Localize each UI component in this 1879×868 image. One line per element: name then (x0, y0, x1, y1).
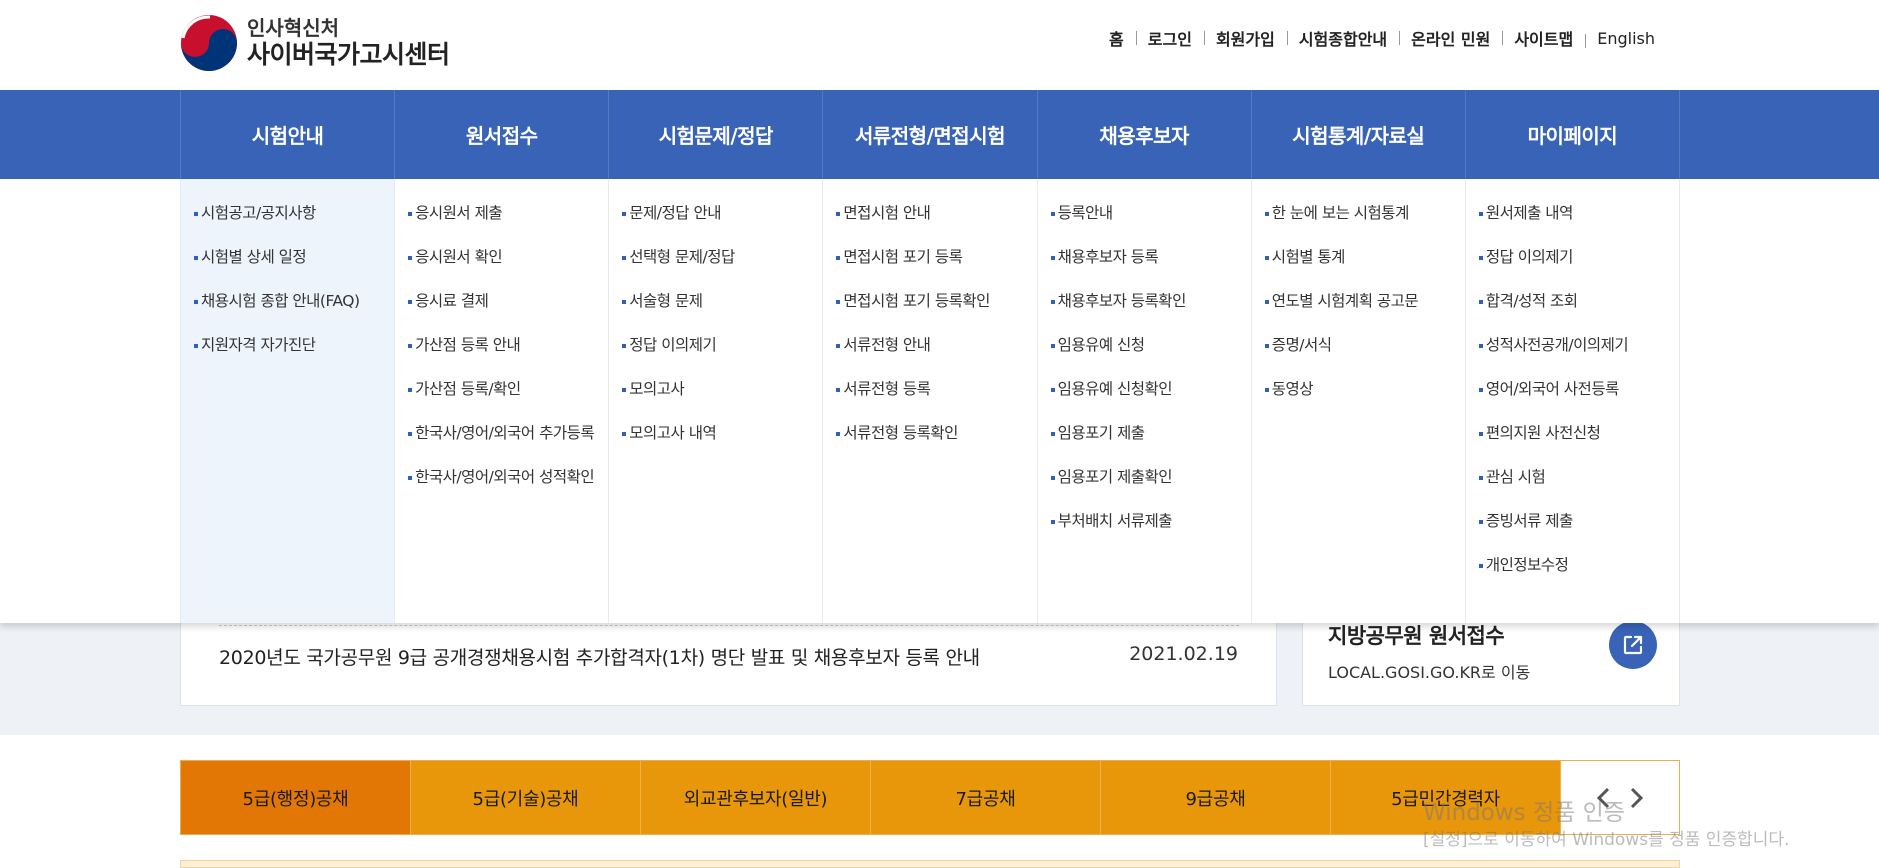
menu-document-guide[interactable]: 서류전형 안내 (836, 333, 1036, 358)
mega-col-candidate: 등록안내 채용후보자 등록 채용후보자 등록확인 임용유예 신청 임용유예 신청… (1038, 179, 1252, 623)
menu-my-objection[interactable]: 정답 이의제기 (1478, 245, 1679, 270)
notice-title-link[interactable]: 2020년도 국가공무원 9급 공개경쟁채용시험 추가합격자(1차) 명단 발표… (219, 643, 980, 670)
menu-forms[interactable]: 증명/서식 (1264, 333, 1465, 358)
menu-exam-notice[interactable]: 시험공고/공지사항 (194, 201, 394, 226)
utility-nav: 홈 로그인 회원가입 시험종합안내 온라인 민원 사이트맵 English (1097, 26, 1667, 50)
menu-giveup-submit[interactable]: 임용포기 제출 (1050, 421, 1251, 446)
nav-statistics[interactable]: 시험통계/자료실 (1252, 90, 1466, 179)
tab-grade5-tech[interactable]: 5급(기술)공채 (411, 761, 641, 834)
menu-accessibility-request[interactable]: 편의지원 사전신청 (1478, 421, 1679, 446)
tab-content-edge (180, 860, 1680, 868)
menu-essay-questions[interactable]: 서술형 문제 (622, 289, 822, 314)
mega-col-mypage: 원서제출 내역 정답 이의제기 합격/성적 조회 성적사전공개/이의제기 영어/… (1466, 179, 1680, 623)
menu-language-check[interactable]: 한국사/영어/외국어 성적확인 (408, 465, 608, 490)
util-online-civil-link[interactable]: 온라인 민원 (1399, 26, 1502, 50)
chevron-right-icon[interactable] (1623, 785, 1649, 811)
mega-menu: 시험공고/공지사항 시험별 상세 일정 채용시험 종합 안내(FAQ) 지원자격… (0, 179, 1879, 623)
local-exam-title: 지방공무원 원서접수 (1328, 624, 1505, 648)
top-bar: 인사혁신처 사이버국가고시센터 홈 로그인 회원가입 시험종합안내 온라인 민원… (0, 0, 1879, 90)
menu-language-preregister[interactable]: 영어/외국어 사전등록 (1478, 377, 1679, 402)
menu-question-guide[interactable]: 문제/정답 안내 (622, 201, 822, 226)
mega-col-application: 응시원서 제출 응시원서 확인 응시료 결제 가산점 등록 안내 가산점 등록/… (395, 179, 610, 623)
menu-result-check[interactable]: 합격/성적 조회 (1478, 289, 1679, 314)
nav-application[interactable]: 원서접수 (395, 90, 610, 179)
notice-date: 2021.02.19 (1129, 643, 1238, 665)
menu-candidate-check[interactable]: 채용후보자 등록확인 (1050, 289, 1251, 314)
external-link-button[interactable] (1609, 621, 1657, 669)
menu-stats-by-exam[interactable]: 시험별 통계 (1264, 245, 1465, 270)
mega-col-exam-info: 시험공고/공지사항 시험별 상세 일정 채용시험 종합 안내(FAQ) 지원자격… (181, 179, 396, 623)
menu-document-register[interactable]: 서류전형 등록 (836, 377, 1036, 402)
windows-activation-title: Windows 정품 인증 (1423, 800, 1625, 826)
logo-title: 사이버국가고시센터 (247, 40, 450, 70)
nav-document-interview[interactable]: 서류전형/면접시험 (823, 90, 1038, 179)
menu-fee-payment[interactable]: 응시료 결제 (408, 289, 608, 314)
nav-exam-questions[interactable]: 시험문제/정답 (609, 90, 824, 179)
taegeuk-logo-icon (181, 15, 237, 71)
nav-mypage[interactable]: 마이페이지 (1466, 90, 1680, 179)
notice-divider (219, 625, 1239, 626)
menu-check-application[interactable]: 응시원서 확인 (408, 245, 608, 270)
util-sitemap-link[interactable]: 사이트맵 (1502, 26, 1585, 50)
util-home-link[interactable]: 홈 (1097, 26, 1136, 50)
local-exam-subtitle: LOCAL.GOSI.GO.KR로 이동 (1328, 663, 1531, 682)
external-link-icon (1623, 635, 1643, 655)
menu-giveup-check[interactable]: 임용포기 제출확인 (1050, 465, 1251, 490)
menu-document-check[interactable]: 서류전형 등록확인 (836, 421, 1036, 446)
menu-bonus-register[interactable]: 가산점 등록/확인 (408, 377, 608, 402)
menu-yearly-plan[interactable]: 연도별 시험계획 공고문 (1264, 289, 1465, 314)
menu-score-preview[interactable]: 성적사전공개/이의제기 (1478, 333, 1679, 358)
menu-mock-exam[interactable]: 모의고사 (622, 377, 822, 402)
menu-mock-history[interactable]: 모의고사 내역 (622, 421, 822, 446)
menu-defer-apply[interactable]: 임용유예 신청 (1050, 333, 1251, 358)
menu-interview-giveup-check[interactable]: 면접시험 포기 등록확인 (836, 289, 1036, 314)
menu-exam-schedule[interactable]: 시험별 상세 일정 (194, 245, 394, 270)
util-login-link[interactable]: 로그인 (1135, 26, 1204, 50)
tab-diplomat[interactable]: 외교관후보자(일반) (641, 761, 871, 834)
util-signup-link[interactable]: 회원가입 (1203, 26, 1287, 50)
menu-favorite-exams[interactable]: 관심 시험 (1478, 465, 1679, 490)
menu-application-history[interactable]: 원서제출 내역 (1478, 201, 1679, 226)
menu-exam-faq[interactable]: 채용시험 종합 안내(FAQ) (194, 289, 394, 314)
menu-stats-overview[interactable]: 한 눈에 보는 시험통계 (1264, 201, 1465, 226)
mega-col-interview: 면접시험 안내 면접시험 포기 등록 면접시험 포기 등록확인 서류전형 안내 … (823, 179, 1038, 623)
menu-submit-application[interactable]: 응시원서 제출 (408, 201, 608, 226)
menu-placement-docs[interactable]: 부처배치 서류제출 (1050, 509, 1251, 534)
mega-col-questions: 문제/정답 안내 선택형 문제/정답 서술형 문제 정답 이의제기 모의고사 모… (609, 179, 824, 623)
main-nav: 시험안내 원서접수 시험문제/정답 서류전형/면접시험 채용후보자 시험통계/자… (0, 90, 1879, 179)
site-logo[interactable]: 인사혁신처 사이버국가고시센터 (180, 14, 450, 72)
util-english-link[interactable]: English (1585, 29, 1667, 48)
menu-candidate-register[interactable]: 채용후보자 등록 (1050, 245, 1251, 270)
menu-edit-profile[interactable]: 개인정보수정 (1478, 553, 1679, 578)
menu-multiple-choice[interactable]: 선택형 문제/정답 (622, 245, 822, 270)
mega-col-statistics: 한 눈에 보는 시험통계 시험별 통계 연도별 시험계획 공고문 증명/서식 동… (1252, 179, 1466, 623)
tab-grade7[interactable]: 7급공채 (871, 761, 1101, 834)
menu-videos[interactable]: 동영상 (1264, 377, 1465, 402)
menu-defer-check[interactable]: 임용유예 신청확인 (1050, 377, 1251, 402)
menu-answer-objection[interactable]: 정답 이의제기 (622, 333, 822, 358)
menu-interview-guide[interactable]: 면접시험 안내 (836, 201, 1036, 226)
logo-subtitle: 인사혁신처 (247, 16, 339, 41)
tab-grade9[interactable]: 9급공채 (1101, 761, 1331, 834)
menu-interview-giveup[interactable]: 면접시험 포기 등록 (836, 245, 1036, 270)
menu-language-add[interactable]: 한국사/영어/외국어 추가등록 (408, 421, 608, 446)
nav-exam-info[interactable]: 시험안내 (181, 90, 396, 179)
menu-register-guide[interactable]: 등록안내 (1050, 201, 1251, 226)
util-exam-guide-link[interactable]: 시험종합안내 (1286, 26, 1399, 50)
menu-proof-docs[interactable]: 증빙서류 제출 (1478, 509, 1679, 534)
menu-bonus-guide[interactable]: 가산점 등록 안내 (408, 333, 608, 358)
menu-self-check[interactable]: 지원자격 자가진단 (194, 333, 394, 358)
windows-activation-text: [설정]으로 이동하여 Windows를 정품 인증합니다. (1423, 830, 1790, 850)
tab-grade5-admin[interactable]: 5급(행정)공채 (181, 761, 411, 834)
nav-candidate[interactable]: 채용후보자 (1038, 90, 1252, 179)
